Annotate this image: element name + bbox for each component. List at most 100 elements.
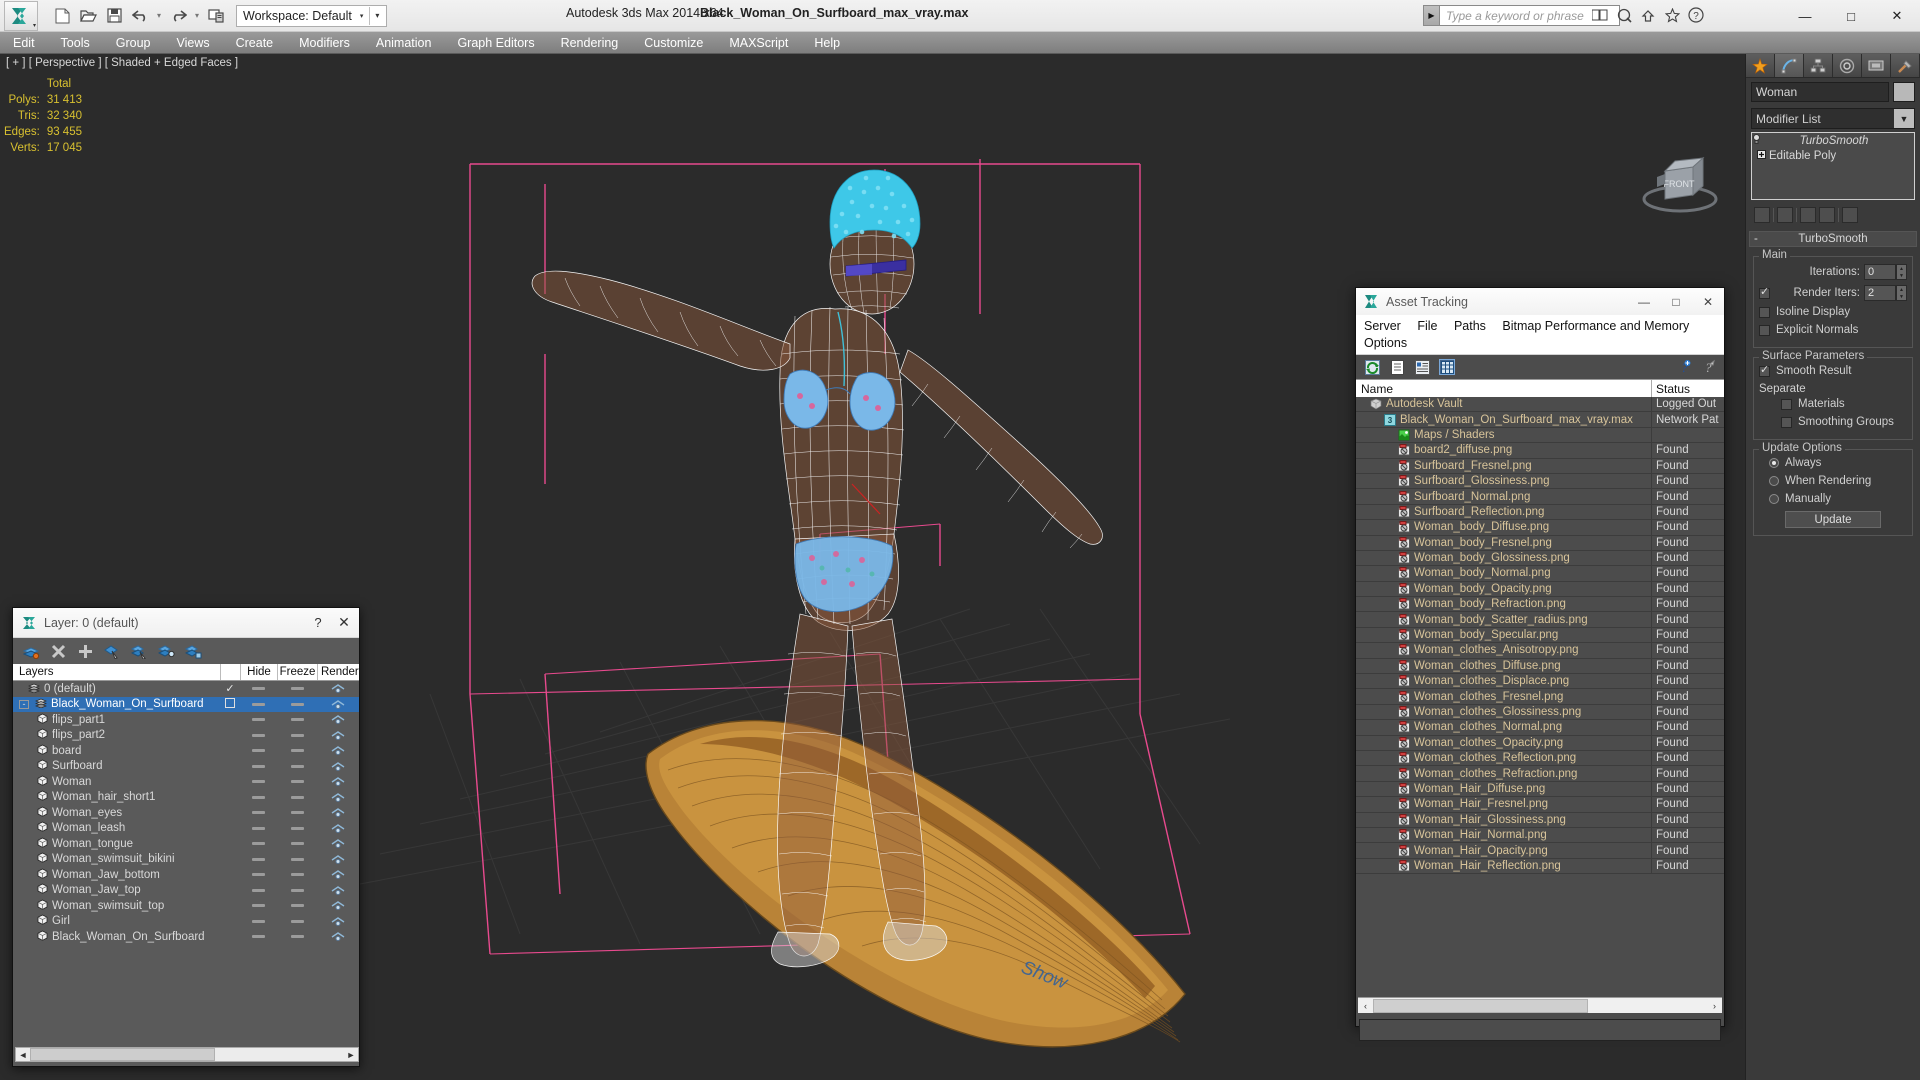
list-view-icon[interactable] bbox=[1389, 359, 1405, 375]
asset-name-cell[interactable]: Surfboard_Reflection.png bbox=[1356, 504, 1652, 520]
asset-name-cell[interactable]: Woman_clothes_Normal.png bbox=[1356, 720, 1652, 735]
layer-row[interactable]: Woman_leash bbox=[13, 821, 359, 837]
menu-graph-editors[interactable]: Graph Editors bbox=[444, 32, 547, 54]
layer-render-cell[interactable] bbox=[317, 714, 359, 725]
render-iters-checkbox[interactable] bbox=[1759, 285, 1770, 299]
asset-name-cell[interactable]: Woman_clothes_Refraction.png bbox=[1356, 766, 1652, 781]
asset-name-cell[interactable]: Woman_clothes_Displace.png bbox=[1356, 674, 1652, 689]
asset-name-cell[interactable]: Woman_Hair_Normal.png bbox=[1356, 827, 1652, 843]
signin-icon[interactable] bbox=[1591, 6, 1609, 24]
asset-row[interactable]: Woman_clothes_Glossiness.png Found bbox=[1356, 704, 1724, 721]
layer-row-name-cell[interactable]: Woman_Jaw_top bbox=[13, 883, 220, 897]
asset-name-cell[interactable]: Woman_body_Opacity.png bbox=[1356, 581, 1652, 597]
stack-item-editable-poly[interactable]: Editable Poly bbox=[1752, 148, 1914, 163]
layer-row[interactable]: Woman bbox=[13, 774, 359, 790]
layer-hide-cell[interactable] bbox=[240, 764, 277, 768]
undo-dropdown-arrow-icon[interactable]: ▾ bbox=[154, 11, 164, 20]
update-always-row[interactable]: Always bbox=[1759, 457, 1907, 469]
layer-render-cell[interactable] bbox=[317, 885, 359, 896]
layer-current-cell[interactable] bbox=[220, 697, 240, 711]
utilities-tab[interactable] bbox=[1891, 54, 1920, 77]
layer-hide-cell[interactable] bbox=[240, 904, 277, 908]
layer-dialog[interactable]: Layer: 0 (default) ? ✕ Layers Hide Freez… bbox=[12, 607, 360, 1067]
layer-render-cell[interactable] bbox=[317, 745, 359, 756]
layer-row-name-cell[interactable]: 0 (default) bbox=[13, 682, 220, 696]
make-unique-icon[interactable] bbox=[1800, 207, 1816, 223]
layer-freeze-cell[interactable] bbox=[277, 811, 317, 815]
layer-hide-cell[interactable] bbox=[240, 935, 277, 939]
viewport-label[interactable]: [ + ] [ Perspective ] [ Shaded + Edged F… bbox=[6, 57, 238, 69]
object-color-swatch[interactable] bbox=[1893, 82, 1915, 102]
asset-row[interactable]: Woman_clothes_Diffuse.png Found bbox=[1356, 658, 1724, 675]
workspace-menu-chevron-icon[interactable]: ▾ bbox=[370, 11, 384, 20]
asset-row[interactable]: Woman_Hair_Normal.png Found bbox=[1356, 827, 1724, 844]
layer-freeze-cell[interactable] bbox=[277, 718, 317, 722]
separate-smoothing-groups-row[interactable]: Smoothing Groups bbox=[1759, 416, 1907, 428]
layer-row[interactable]: Surfboard bbox=[13, 759, 359, 775]
menu-edit[interactable]: Edit bbox=[0, 32, 48, 54]
layer-current-cell[interactable]: ✓ bbox=[220, 682, 240, 695]
layer-freeze-cell[interactable] bbox=[277, 857, 317, 861]
asset-row[interactable]: Surfboard_Reflection.png Found bbox=[1356, 504, 1724, 521]
layer-render-cell[interactable] bbox=[317, 807, 359, 818]
layer-row[interactable]: Woman_hair_short1 bbox=[13, 790, 359, 806]
stack-item-turbosmooth[interactable]: TurboSmooth bbox=[1752, 133, 1914, 148]
layer-row[interactable]: Girl bbox=[13, 914, 359, 930]
layer-render-cell[interactable] bbox=[317, 683, 359, 694]
asset-name-cell[interactable]: Woman_Hair_Reflection.png bbox=[1356, 858, 1652, 874]
grid-view-icon[interactable] bbox=[1439, 359, 1455, 375]
layer-hide-cell[interactable] bbox=[240, 919, 277, 923]
layer-hide-cell[interactable] bbox=[240, 718, 277, 722]
minimize-button[interactable]: — bbox=[1628, 289, 1660, 315]
create-new-layer-icon[interactable] bbox=[23, 643, 40, 660]
asset-tracking-dialog[interactable]: Asset Tracking — □ ✕ Server File Paths B… bbox=[1355, 287, 1725, 1041]
asset-row[interactable]: Woman_Hair_Fresnel.png Found bbox=[1356, 797, 1724, 813]
menu-views[interactable]: Views bbox=[163, 32, 222, 54]
layer-render-cell[interactable] bbox=[317, 761, 359, 772]
menu-customize[interactable]: Customize bbox=[631, 32, 716, 54]
scroll-left-icon[interactable]: ◄ bbox=[16, 1048, 30, 1061]
help-icon[interactable]: ? bbox=[1687, 6, 1705, 24]
layer-hide-cell[interactable] bbox=[240, 780, 277, 784]
undo-icon[interactable] bbox=[128, 4, 152, 28]
exchange-icon[interactable] bbox=[1639, 6, 1657, 24]
asset-list-hscrollbar[interactable]: ‹ › bbox=[1358, 997, 1722, 1013]
layer-hide-cell[interactable] bbox=[240, 873, 277, 877]
layer-row-name-cell[interactable]: Girl bbox=[13, 914, 220, 928]
favorites-star-icon[interactable] bbox=[1663, 6, 1681, 24]
asset-name-cell[interactable]: Maps / Shaders bbox=[1356, 427, 1652, 443]
layer-row[interactable]: board bbox=[13, 743, 359, 759]
save-file-icon[interactable] bbox=[102, 4, 126, 28]
layer-row[interactable]: - Black_Woman_On_Surfboard bbox=[13, 696, 359, 712]
asset-name-cell[interactable]: board2_diffuse.png bbox=[1356, 443, 1652, 458]
layer-freeze-cell[interactable] bbox=[277, 749, 317, 753]
open-file-icon[interactable] bbox=[76, 4, 100, 28]
layer-row-name-cell[interactable]: Woman_hair_short1 bbox=[13, 790, 220, 804]
select-objects-in-layer-icon[interactable] bbox=[104, 643, 121, 660]
workspace-selector[interactable]: Workspace: Default ▾ ▾ bbox=[236, 4, 388, 27]
asset-row[interactable]: Woman_clothes_Reflection.png Found bbox=[1356, 750, 1724, 767]
asset-row[interactable]: Woman_body_Glossiness.png Found bbox=[1356, 550, 1724, 567]
hierarchy-tab[interactable] bbox=[1804, 54, 1833, 77]
separate-materials-row[interactable]: Materials bbox=[1759, 398, 1907, 410]
menu-animation[interactable]: Animation bbox=[363, 32, 445, 54]
spinner-arrows-icon[interactable]: ▲ ▼ bbox=[1896, 264, 1907, 280]
maximize-button[interactable]: □ bbox=[1828, 0, 1874, 32]
layer-hide-cell[interactable] bbox=[240, 702, 277, 706]
layer-freeze-cell[interactable] bbox=[277, 888, 317, 892]
layer-hide-cell[interactable] bbox=[240, 826, 277, 830]
asset-name-cell[interactable]: Surfboard_Normal.png bbox=[1356, 489, 1652, 504]
lightbulb-icon[interactable] bbox=[1752, 134, 1761, 147]
asset-name-cell[interactable]: Woman_body_Specular.png bbox=[1356, 627, 1652, 643]
asset-name-cell[interactable]: Woman_Hair_Fresnel.png bbox=[1356, 797, 1652, 812]
asset-name-cell[interactable]: Woman_clothes_Reflection.png bbox=[1356, 750, 1652, 766]
asset-name-cell[interactable]: Woman_body_Refraction.png bbox=[1356, 597, 1652, 612]
asset-name-cell[interactable]: Woman_body_Normal.png bbox=[1356, 566, 1652, 581]
rollout-header[interactable]: - TurboSmooth bbox=[1749, 231, 1917, 247]
explicit-normals-checkbox[interactable] bbox=[1759, 324, 1770, 336]
remove-modifier-icon[interactable] bbox=[1819, 207, 1835, 223]
asset-name-cell[interactable]: Woman_Hair_Glossiness.png bbox=[1356, 812, 1652, 827]
asset-name-cell[interactable]: Woman_body_Scatter_radius.png bbox=[1356, 612, 1652, 627]
layer-row[interactable]: Woman_tongue bbox=[13, 836, 359, 852]
layer-render-cell[interactable] bbox=[317, 792, 359, 803]
